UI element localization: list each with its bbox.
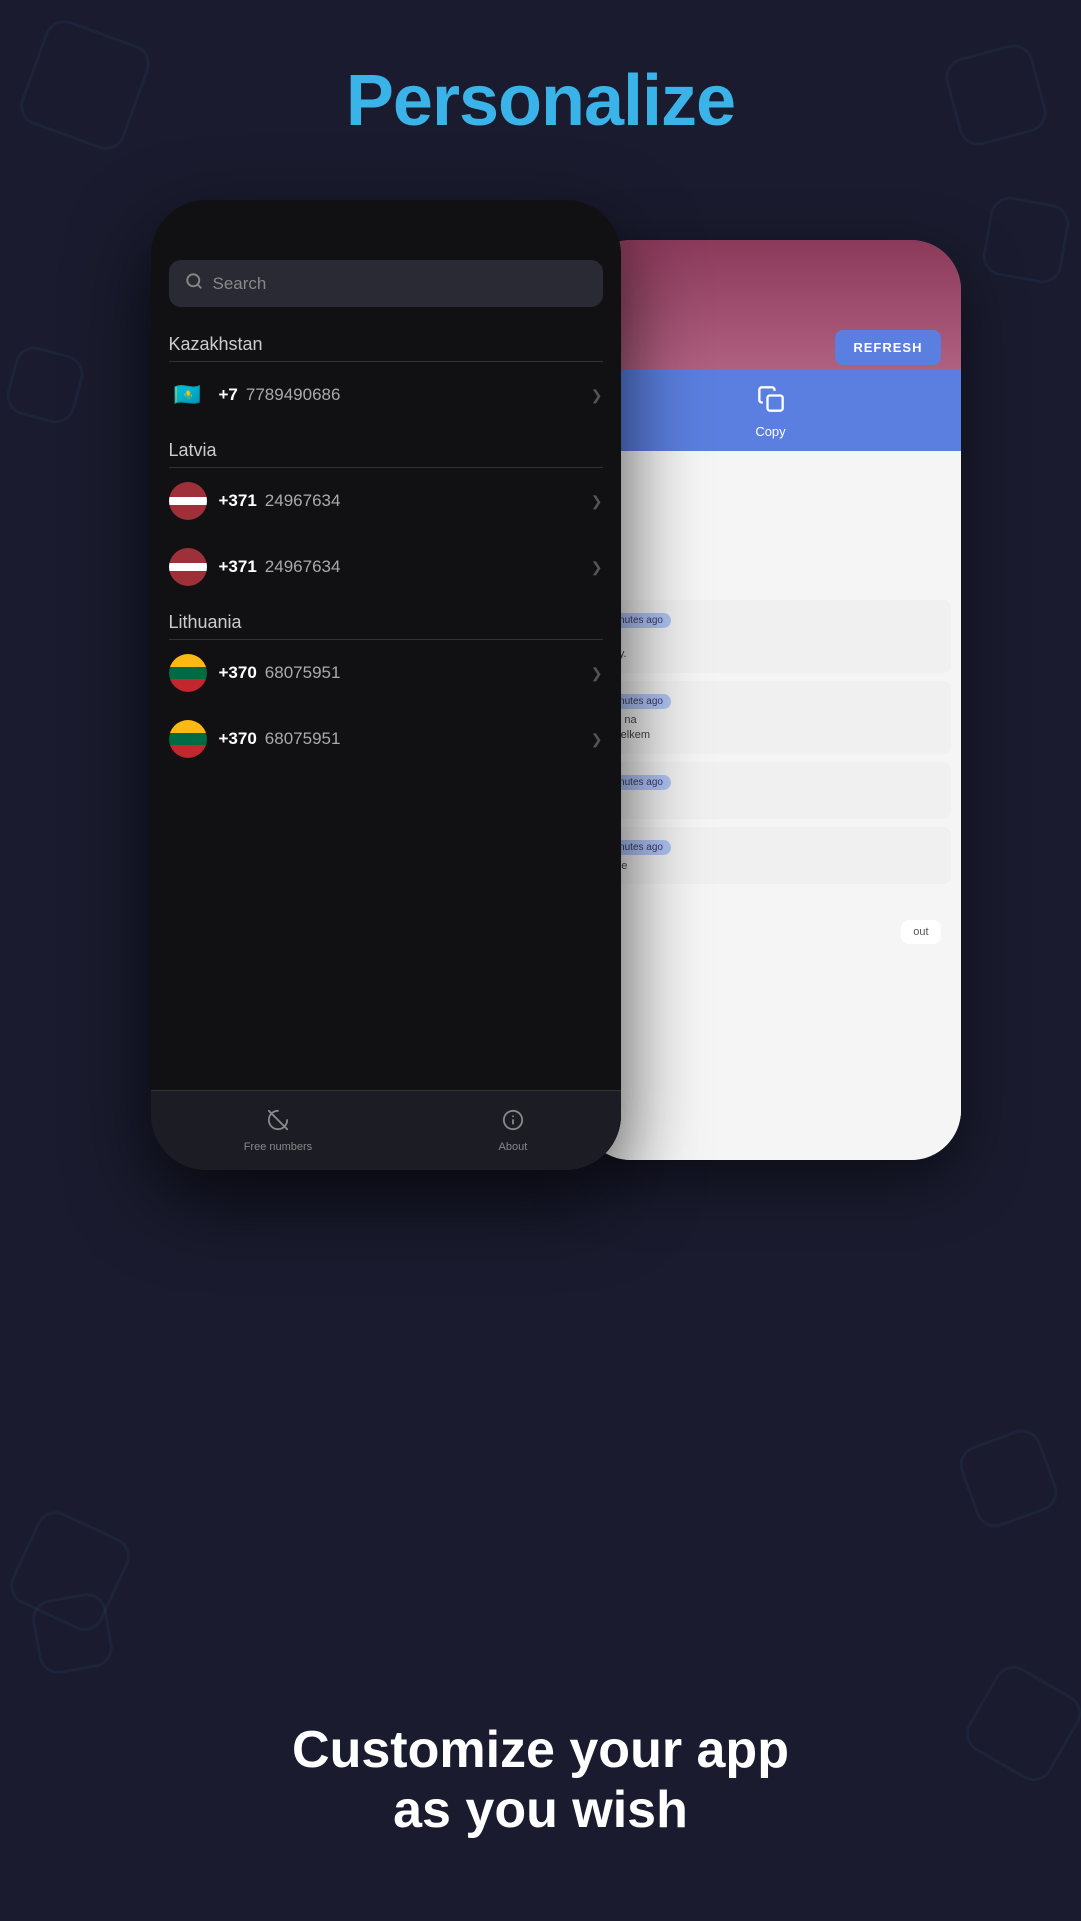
message-text: urreply.: [601, 632, 941, 663]
flag-lithuania-2: [169, 720, 207, 758]
country-code: +371: [219, 557, 257, 577]
search-bar[interactable]: Search: [169, 260, 603, 307]
nav-label-about: About: [499, 1141, 528, 1153]
bottom-text: Customize your appas you wish: [0, 1721, 1081, 1841]
message-text: traci naus celkem: [601, 713, 941, 744]
chevron-right-icon: ❯: [591, 493, 603, 510]
number-row-lt-1[interactable]: +370 68075951 ❯: [151, 640, 621, 706]
message-text: nique: [601, 859, 941, 874]
copy-label: Copy: [755, 424, 785, 439]
number-row-lv-2[interactable]: +371 24967634 ❯: [151, 534, 621, 600]
country-code: +7: [219, 385, 238, 405]
nav-label-free-numbers: Free numbers: [244, 1141, 312, 1153]
search-icon: [185, 272, 203, 295]
country-code: +370: [219, 729, 257, 749]
message-item: minutes ago nique: [591, 827, 951, 884]
number-row-lv-1[interactable]: +371 24967634 ❯: [151, 468, 621, 534]
message-item: minutes ago urreply.: [591, 600, 951, 673]
number-row-kz-1[interactable]: 🇰🇿 +7 7789490686 ❯: [151, 362, 621, 428]
section-header-lithuania: Lithuania: [151, 600, 621, 639]
copy-icon: [757, 385, 785, 420]
chevron-right-icon: ❯: [591, 559, 603, 576]
subtitle-text: Customize your appas you wish: [292, 1721, 789, 1839]
about-icon: [502, 1109, 524, 1137]
nav-item-about[interactable]: About: [499, 1109, 528, 1153]
number-info: +370 68075951: [219, 729, 591, 749]
search-placeholder: Search: [213, 274, 267, 294]
chevron-right-icon: ❯: [591, 665, 603, 682]
message-item: minutes ago traci naus celkem: [591, 681, 951, 754]
about-text: out: [901, 920, 940, 944]
phone-back-content: REFRESH Copy m: [581, 240, 961, 1160]
phone-notch: [321, 200, 451, 228]
chevron-right-icon: ❯: [591, 387, 603, 404]
message-list: minutes ago urreply. minutes ago traci n…: [591, 600, 951, 884]
nav-item-free-numbers[interactable]: Free numbers: [244, 1109, 312, 1153]
phone-number: 68075951: [265, 729, 341, 749]
phone-number: 24967634: [265, 557, 341, 577]
number-info: +371 24967634: [219, 557, 591, 577]
flag-kazakhstan: 🇰🇿: [169, 376, 207, 414]
flag-latvia-1: [169, 482, 207, 520]
number-row-lt-2[interactable]: +370 68075951 ❯: [151, 706, 621, 772]
number-info: +371 24967634: [219, 491, 591, 511]
page-title: Personalize: [0, 60, 1081, 142]
number-info: +7 7789490686: [219, 385, 591, 405]
section-header-latvia: Latvia: [151, 428, 621, 467]
chevron-right-icon: ❯: [591, 731, 603, 748]
phone-number: 24967634: [265, 491, 341, 511]
phone-screen: Search Kazakhstan 🇰🇿 +7 7789490686 ❯ Lat…: [151, 240, 621, 1170]
message-item: minutes ago 8: [591, 762, 951, 819]
phone-front: Search Kazakhstan 🇰🇿 +7 7789490686 ❯ Lat…: [151, 200, 621, 1170]
number-info: +370 68075951: [219, 663, 591, 683]
message-text: 8: [601, 794, 941, 809]
bottom-navigation: Free numbers About: [151, 1090, 621, 1170]
phone-number: 68075951: [265, 663, 341, 683]
country-code: +371: [219, 491, 257, 511]
free-numbers-icon: [267, 1109, 289, 1137]
country-code: +370: [219, 663, 257, 683]
flag-lithuania-1: [169, 654, 207, 692]
section-header-kazakhstan: Kazakhstan: [151, 322, 621, 361]
phone-number: 7789490686: [246, 385, 341, 405]
flag-latvia-2: [169, 548, 207, 586]
refresh-button[interactable]: REFRESH: [835, 330, 940, 365]
phone-back: REFRESH Copy m: [581, 240, 961, 1160]
phones-container: REFRESH Copy m: [151, 200, 931, 1200]
